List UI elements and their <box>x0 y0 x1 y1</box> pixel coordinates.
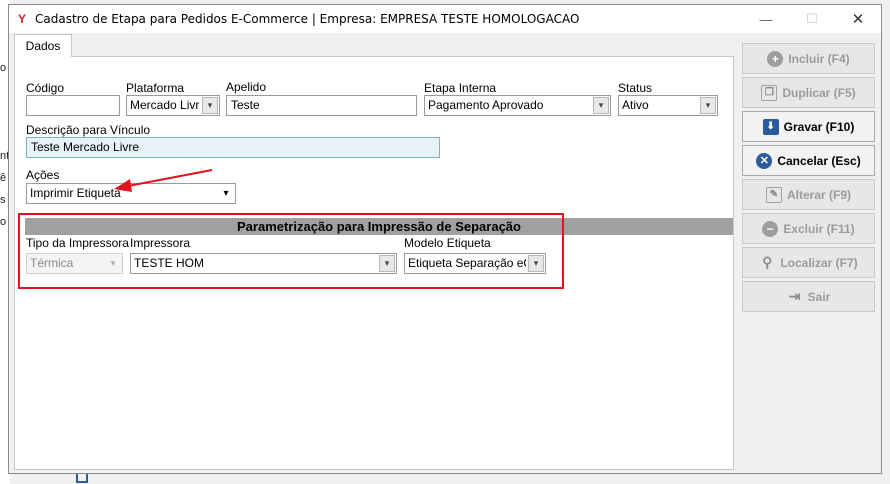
etapa-interna-select[interactable]: Pagamento Aprovado ▾ <box>424 95 611 116</box>
title-bar[interactable]: Y Cadastro de Etapa para Pedidos E-Comme… <box>9 5 881 33</box>
tipo-impressora-value: Térmica <box>30 256 74 270</box>
background-text-fragment: o <box>0 216 7 228</box>
etapa-interna-value: Pagamento Aprovado <box>428 98 544 112</box>
cancelar-label: Cancelar (Esc) <box>777 153 861 168</box>
plataforma-value: Mercado Livre <box>130 98 200 112</box>
modelo-etiqueta-value: Etiqueta Separação eCom <box>408 256 526 270</box>
tab-dados[interactable]: Dados <box>14 34 72 57</box>
cancelar-button[interactable]: ✕ Cancelar (Esc) <box>742 145 875 176</box>
maximize-button[interactable]: ☐ <box>789 5 835 33</box>
duplicar-button[interactable]: ❐ Duplicar (F5) <box>742 77 875 108</box>
close-button[interactable]: ✕ <box>835 5 881 33</box>
gravar-label: Gravar (F10) <box>783 119 855 134</box>
excluir-label: Excluir (F11) <box>783 221 855 236</box>
duplicar-label: Duplicar (F5) <box>782 85 856 100</box>
chevron-down-icon[interactable]: ▾ <box>218 185 234 202</box>
print-settings-section-title: Parametrização para Impressão de Separaç… <box>25 218 733 235</box>
app-logo-icon: Y <box>17 12 26 26</box>
alterar-button[interactable]: ✎ Alterar (F9) <box>742 179 875 210</box>
cancel-icon: ✕ <box>756 152 773 169</box>
chevron-down-icon[interactable]: ▾ <box>379 255 395 272</box>
status-value: Ativo <box>622 98 649 112</box>
search-icon: ⚲ <box>762 254 773 270</box>
descricao-label: Descrição para Vínculo <box>26 123 151 137</box>
acoes-label: Ações <box>26 168 60 182</box>
chevron-down-icon[interactable]: ▾ <box>593 97 609 114</box>
codigo-label: Código <box>26 81 65 95</box>
plataforma-label: Plataforma <box>126 81 185 95</box>
status-select[interactable]: Ativo ▾ <box>618 95 718 116</box>
status-label: Status <box>618 81 653 95</box>
plataforma-select[interactable]: Mercado Livre ▾ <box>126 95 220 116</box>
chevron-down-icon[interactable]: ▾ <box>202 97 218 114</box>
etapa-interna-label: Etapa Interna <box>424 81 497 95</box>
window-title: Cadastro de Etapa para Pedidos E-Commerc… <box>35 12 580 26</box>
minimize-button[interactable]: — <box>743 5 789 33</box>
exit-icon: ⇥ <box>788 288 801 304</box>
incluir-label: Incluir (F4) <box>788 51 850 66</box>
chevron-down-icon[interactable]: ▾ <box>528 255 544 272</box>
sair-button[interactable]: ⇥ Sair <box>742 281 875 312</box>
dialog-window: Y Cadastro de Etapa para Pedidos E-Comme… <box>8 4 882 474</box>
sair-label: Sair <box>807 289 831 304</box>
chevron-down-icon: ▾ <box>110 258 116 268</box>
descricao-input[interactable]: Teste Mercado Livre <box>26 137 440 158</box>
localizar-label: Localizar (F7) <box>780 255 858 270</box>
excluir-button[interactable]: − Excluir (F11) <box>742 213 875 244</box>
modelo-etiqueta-label: Modelo Etiqueta <box>404 236 491 250</box>
gravar-button[interactable]: ⬇ Gravar (F10) <box>742 111 875 142</box>
duplicate-icon: ❐ <box>761 84 778 101</box>
apelido-label: Apelido <box>226 80 267 94</box>
plus-icon: + <box>767 50 784 67</box>
annotation-arrow <box>114 169 213 192</box>
impressora-select[interactable]: TESTE HOM ▾ <box>130 253 397 274</box>
minus-icon: − <box>762 220 779 237</box>
background-text-fragment: o <box>0 62 7 74</box>
chevron-down-icon[interactable]: ▾ <box>700 97 716 114</box>
codigo-input[interactable] <box>26 95 120 116</box>
action-sidebar: + Incluir (F4) ❐ Duplicar (F5) ⬇ Gravar … <box>742 43 877 327</box>
incluir-button[interactable]: + Incluir (F4) <box>742 43 875 74</box>
background-text-fragment: ê <box>0 172 7 184</box>
localizar-button[interactable]: ⚲ Localizar (F7) <box>742 247 875 278</box>
tipo-impressora-label: Tipo da Impressora <box>26 236 129 250</box>
apelido-input[interactable]: Teste <box>226 95 417 116</box>
save-icon: ⬇ <box>762 118 779 135</box>
impressora-value: TESTE HOM <box>134 256 205 270</box>
impressora-label: Impressora <box>130 236 191 250</box>
modelo-etiqueta-select[interactable]: Etiqueta Separação eCom ▾ <box>404 253 546 274</box>
alterar-label: Alterar (F9) <box>786 187 851 202</box>
background-checkbox-fragment <box>76 473 88 483</box>
edit-icon: ✎ <box>765 186 782 203</box>
tipo-impressora-select: Térmica ▾ <box>26 253 123 274</box>
